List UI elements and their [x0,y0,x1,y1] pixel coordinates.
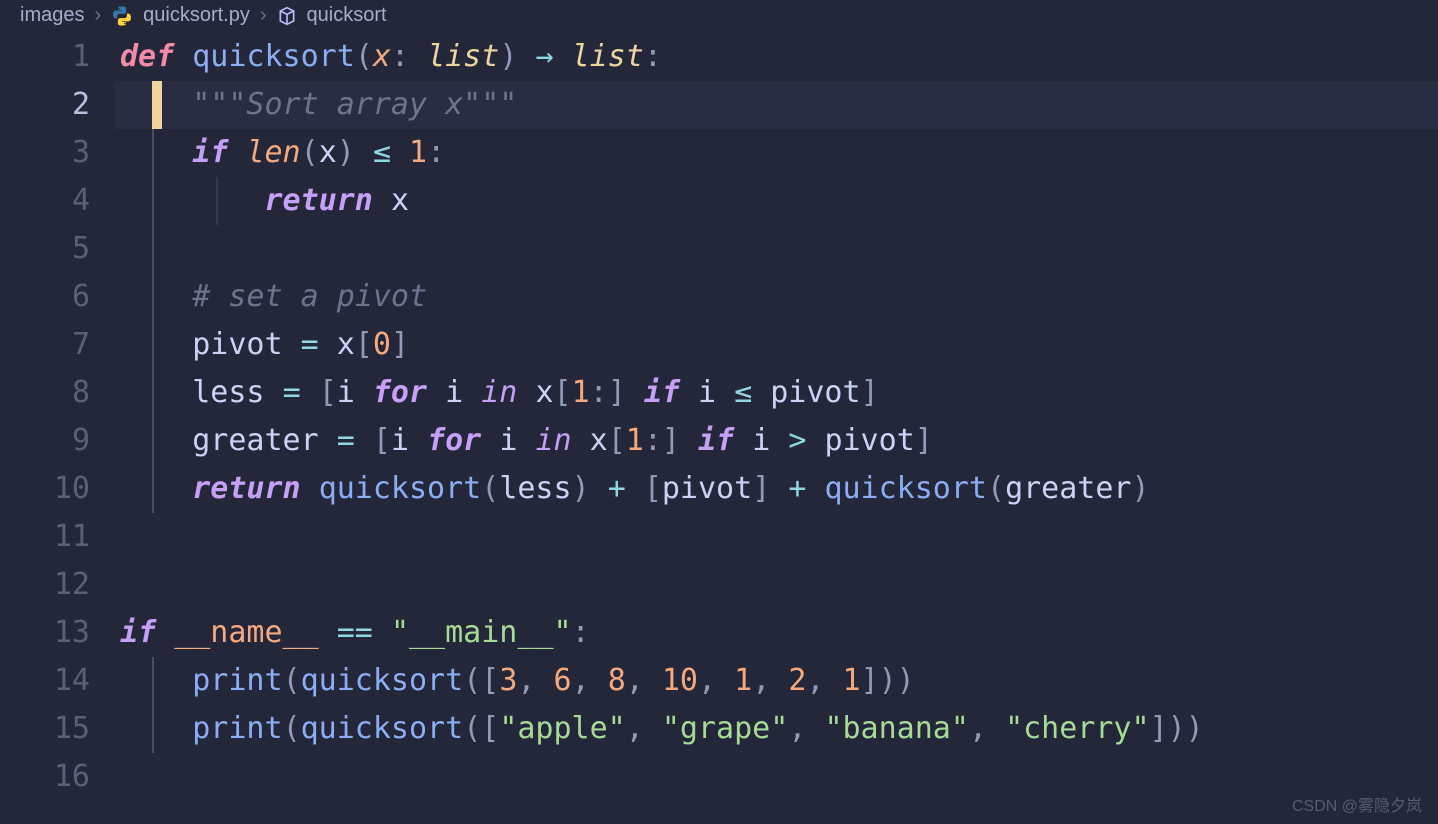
line-number: 1 [0,33,90,81]
code-editor[interactable]: 1 2 3 4 5 6 7 8 9 10 11 12 13 14 15 16 d… [0,33,1438,801]
code-line[interactable]: if len(x) ≤ 1: [120,129,1438,177]
code-line[interactable] [120,561,1438,609]
code-line[interactable] [120,753,1438,801]
code-line[interactable]: pivot = x[0] [120,321,1438,369]
code-line[interactable]: less = [i for i in x[1:] if i ≤ pivot] [120,369,1438,417]
line-number: 4 [0,177,90,225]
code-line[interactable]: if __name__ == "__main__": [120,609,1438,657]
line-number: 16 [0,753,90,801]
line-number-gutter: 1 2 3 4 5 6 7 8 9 10 11 12 13 14 15 16 [0,33,120,801]
line-number: 14 [0,657,90,705]
line-number: 5 [0,225,90,273]
line-number: 11 [0,513,90,561]
symbol-method-icon [277,6,297,26]
line-number: 2 [0,81,90,129]
code-line[interactable]: def quicksort(x: list) → list: [120,33,1438,81]
line-number: 9 [0,417,90,465]
code-line[interactable]: return quicksort(less) + [pivot] + quick… [120,465,1438,513]
watermark-text: CSDN @雾隐夕岚 [1292,792,1422,816]
cursor-indicator [152,81,162,129]
code-line[interactable]: """Sort array x""" [120,81,1438,129]
breadcrumb-folder[interactable]: images [20,4,84,27]
code-line[interactable]: # set a pivot [120,273,1438,321]
code-line[interactable]: print(quicksort([3, 6, 8, 10, 1, 2, 1])) [120,657,1438,705]
breadcrumb[interactable]: images › quicksort.py › quicksort [0,0,1438,33]
python-file-icon [111,5,133,27]
code-body[interactable]: def quicksort(x: list) → list: """Sort a… [120,33,1438,801]
breadcrumb-file[interactable]: quicksort.py [143,4,250,27]
code-line[interactable]: greater = [i for i in x[1:] if i > pivot… [120,417,1438,465]
chevron-right-icon: › [94,4,101,27]
code-line[interactable] [120,225,1438,273]
line-number: 7 [0,321,90,369]
line-number: 13 [0,609,90,657]
code-line[interactable]: print(quicksort(["apple", "grape", "bana… [120,705,1438,753]
line-number: 12 [0,561,90,609]
chevron-right-icon: › [260,4,267,27]
line-number: 10 [0,465,90,513]
code-line[interactable]: return x [120,177,1438,225]
line-number: 15 [0,705,90,753]
breadcrumb-symbol[interactable]: quicksort [307,4,387,27]
code-line[interactable] [120,513,1438,561]
line-number: 8 [0,369,90,417]
line-number: 3 [0,129,90,177]
line-number: 6 [0,273,90,321]
